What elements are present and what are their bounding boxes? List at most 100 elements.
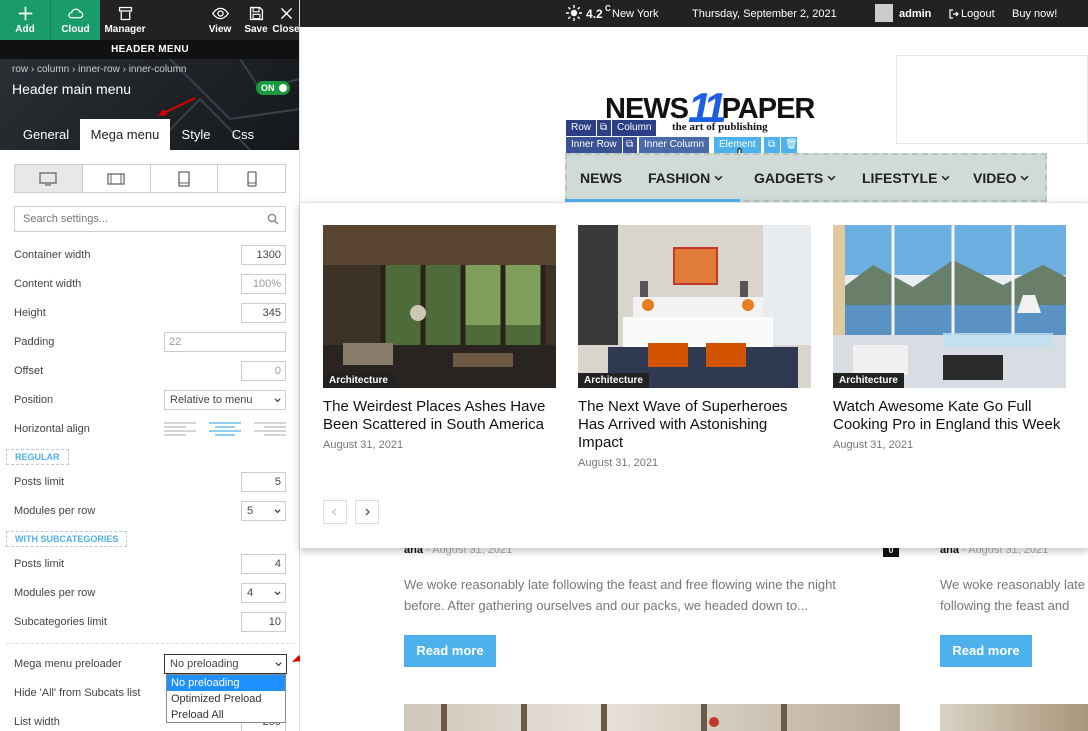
horizontal-align-label: Horizontal align [14, 423, 90, 435]
padding-label: Padding [14, 336, 55, 348]
card-thumbnail[interactable]: Architecture [323, 225, 556, 388]
card-title[interactable]: Watch Awesome Kate Go Full Cooking Pro i… [833, 398, 1066, 434]
view-button[interactable]: View [200, 0, 240, 40]
subcategories-limit-input[interactable]: 10 [241, 612, 286, 632]
nav-lifestyle[interactable]: LIFESTYLE [862, 170, 950, 186]
add-button[interactable]: Add [0, 0, 50, 40]
regular-posts-limit-label: Posts limit [14, 476, 65, 488]
top-bar-date: Thursday, September 2, 2021 [692, 8, 837, 20]
card-title[interactable]: The Weirdest Places Ashes Have Been Scat… [323, 398, 556, 434]
height-input[interactable]: 345 [241, 303, 286, 323]
dropdown-option-preload-all[interactable]: Preload All [167, 707, 285, 723]
save-button[interactable]: Save [240, 0, 272, 40]
mega-menu-preloader-select[interactable]: No preloading [164, 654, 287, 674]
align-left-icon[interactable] [164, 421, 198, 437]
hide-all-subcats-label: Hide 'All' from Subcats list [14, 687, 141, 699]
tab-css[interactable]: Css [222, 119, 264, 150]
align-center-icon[interactable] [209, 421, 243, 437]
subcats-posts-limit-input[interactable]: 4 [241, 554, 286, 574]
prev-page-button[interactable] [323, 500, 347, 524]
tablet-landscape-button[interactable] [83, 165, 151, 192]
padding-input[interactable]: 22 [164, 332, 286, 352]
nav-gadgets[interactable]: GADGETS [754, 170, 836, 186]
chevron-down-icon [274, 591, 281, 596]
view-label: View [208, 24, 232, 35]
chevron-down-icon [827, 175, 836, 181]
tab-general[interactable]: General [12, 119, 80, 150]
on-toggle[interactable]: ON [256, 81, 290, 95]
phone-icon [246, 170, 257, 187]
dropdown-option-optimized-preload[interactable]: Optimized Preload [167, 691, 285, 707]
trash-icon[interactable]: 🗑 [781, 137, 798, 153]
nav-fashion[interactable]: FASHION [648, 170, 723, 186]
eye-icon [211, 7, 229, 20]
subcategories-limit-label: Subcategories limit [14, 616, 107, 628]
logout-link[interactable]: Logout [961, 8, 995, 20]
list-width-label: List width [14, 716, 60, 728]
subcats-modules-per-row-select[interactable]: 4 [241, 583, 286, 603]
row-chip[interactable]: Row [566, 120, 597, 136]
plus-icon [18, 6, 32, 21]
read-more-button[interactable]: Read more [404, 635, 496, 667]
save-icon [249, 6, 263, 21]
chevron-down-icon [274, 398, 281, 403]
regular-posts-limit-input[interactable]: 5 [241, 472, 286, 492]
chevron-down-icon [714, 175, 723, 181]
subcats-modules-per-row-value: 4 [247, 587, 254, 599]
ad-placeholder [896, 55, 1088, 144]
avatar[interactable] [875, 4, 893, 22]
post-thumbnail[interactable] [940, 704, 1088, 731]
nav-video[interactable]: VIDEO [973, 170, 1029, 186]
mega-menu-card[interactable]: Architecture Watch Awesome Kate Go Full … [833, 225, 1066, 451]
nav-video-label: VIDEO [973, 170, 1017, 186]
buy-now-link[interactable]: Buy now! [1012, 8, 1057, 20]
tablet-portrait-button[interactable] [151, 165, 219, 192]
cloud-button[interactable]: Cloud [50, 0, 100, 40]
tab-style[interactable]: Style [170, 119, 222, 150]
position-select[interactable]: Relative to menu [164, 390, 286, 410]
read-more-button[interactable]: Read more [940, 635, 1032, 667]
content-width-input[interactable]: 100% [241, 274, 286, 294]
category-badge[interactable]: Architecture [578, 373, 649, 388]
category-badge[interactable]: Architecture [323, 373, 394, 388]
chevron-down-icon [941, 175, 950, 181]
offset-input[interactable]: 0 [241, 361, 286, 381]
card-thumbnail[interactable]: Architecture [578, 225, 811, 388]
mega-menu-card[interactable]: Architecture The Weirdest Places Ashes H… [323, 225, 556, 451]
nav-news[interactable]: NEWS [580, 170, 622, 186]
tab-mega-menu[interactable]: Mega menu [80, 119, 170, 150]
container-width-input[interactable]: 1300 [241, 245, 286, 265]
desktop-view-button[interactable] [15, 165, 83, 192]
preloader-dropdown-list: No preloading Optimized Preload Preload … [166, 674, 286, 723]
next-page-button[interactable] [355, 500, 379, 524]
tablet-landscape-icon [107, 172, 125, 185]
phone-view-button[interactable] [218, 165, 285, 192]
inner-column-chip[interactable]: Inner Column [639, 137, 710, 153]
red-arrow-annotation [158, 97, 196, 116]
breadcrumb: row › column › inner-row › inner-column [12, 64, 187, 75]
copy-icon[interactable]: ⧉ [764, 137, 780, 153]
close-button[interactable]: Close [272, 0, 300, 40]
align-right-icon[interactable] [254, 421, 288, 437]
copy-icon[interactable]: ⧉ [623, 137, 637, 153]
post-thumbnail[interactable] [404, 704, 900, 731]
mega-menu-card[interactable]: Architecture The Next Wave of Superheroe… [578, 225, 811, 469]
position-label: Position [14, 394, 54, 406]
dropdown-option-no-preloading[interactable]: No preloading [167, 675, 285, 691]
copy-icon[interactable]: ⧉ [597, 120, 611, 136]
position-select-value: Relative to menu [170, 394, 253, 406]
desktop-icon [39, 171, 58, 186]
weather-city: New York [612, 8, 659, 20]
card-title[interactable]: The Next Wave of Superheroes Has Arrived… [578, 398, 811, 452]
section-title: HEADER MENU [0, 40, 299, 59]
settings-search-input[interactable] [14, 206, 286, 232]
close-label: Close [272, 24, 300, 35]
column-chip[interactable]: Column [612, 120, 657, 136]
user-name[interactable]: admin [899, 8, 931, 20]
manager-button[interactable]: Manager [100, 0, 150, 40]
regular-modules-per-row-select[interactable]: 5 [241, 501, 286, 521]
content-width-label: Content width [14, 278, 82, 290]
inner-row-chip[interactable]: Inner Row [566, 137, 622, 153]
category-badge[interactable]: Architecture [833, 373, 904, 388]
card-thumbnail[interactable]: Architecture [833, 225, 1066, 388]
